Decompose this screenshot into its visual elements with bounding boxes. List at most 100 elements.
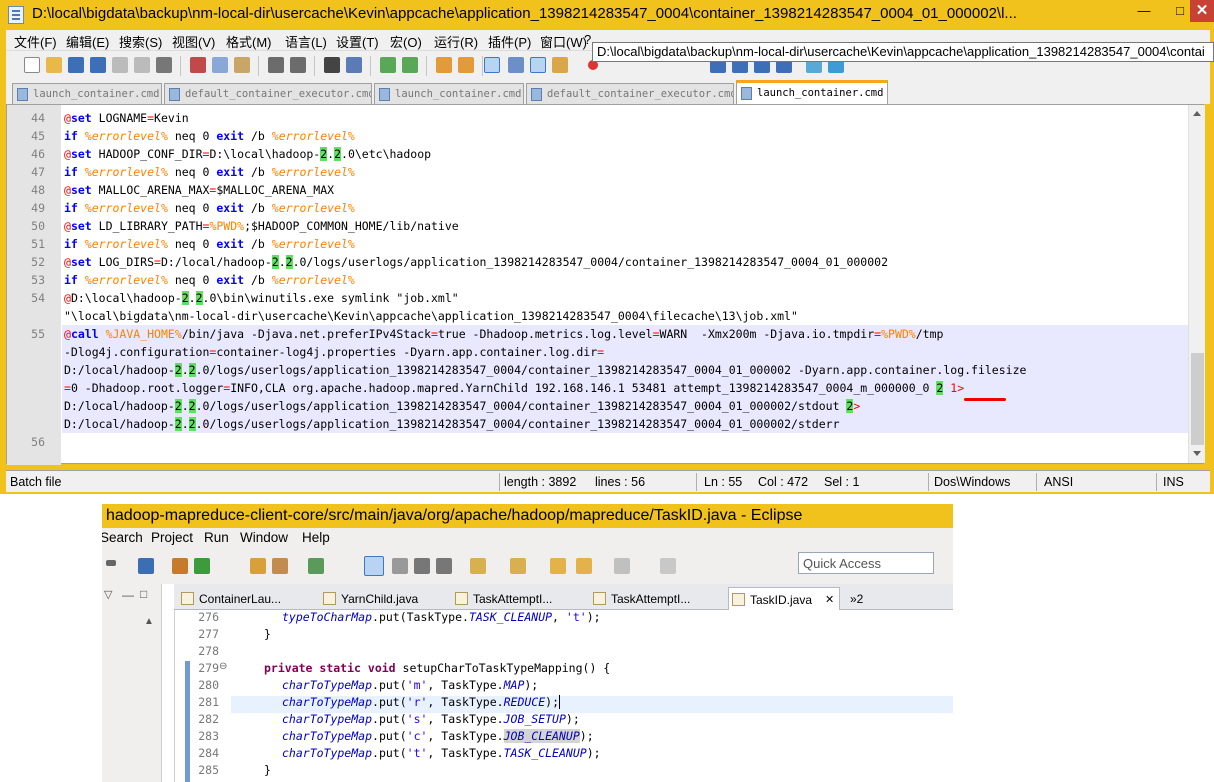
run-icon[interactable] bbox=[194, 558, 210, 574]
document-tabs: launch_container.cmd default_container_e… bbox=[6, 80, 1210, 104]
dropdown-arrow-icon[interactable] bbox=[106, 560, 116, 566]
menu-run[interactable]: Run bbox=[204, 530, 229, 545]
close-tab-icon[interactable]: ✕ bbox=[825, 593, 834, 606]
tab-label: launch_container.cmd bbox=[33, 88, 160, 100]
copy-icon[interactable] bbox=[212, 57, 228, 73]
new-file-icon[interactable] bbox=[24, 57, 40, 73]
back-icon[interactable] bbox=[576, 558, 592, 574]
tab-launch-container-1[interactable]: launch_container.cmd bbox=[12, 83, 162, 104]
menu-window[interactable]: Window bbox=[240, 530, 288, 545]
replace-icon[interactable] bbox=[346, 57, 362, 73]
code-line-55-wrap-4: D:/local/hadoop-2.2.0/logs/userlogs/appl… bbox=[64, 399, 861, 413]
scroll-up-icon[interactable]: ▲ bbox=[144, 616, 154, 627]
block-selection-icon[interactable] bbox=[392, 558, 408, 574]
menu-help[interactable]: Help bbox=[302, 530, 330, 545]
tab-task-attempt-1[interactable]: TaskAttemptI... bbox=[452, 587, 588, 610]
highlight-icon[interactable] bbox=[364, 556, 384, 576]
minimize-icon[interactable]: ▽ bbox=[104, 588, 112, 601]
fold-collapse-icon[interactable]: ⊖ bbox=[219, 661, 227, 672]
next-annotation-icon[interactable] bbox=[470, 558, 486, 574]
tab-default-container-executor-2[interactable]: default_container_executor.cmd bbox=[526, 83, 734, 104]
redo-icon[interactable] bbox=[290, 57, 306, 73]
code-line-54: @D:\local\hadoop-2.2.0\bin\winutils.exe … bbox=[64, 291, 459, 305]
tab-yarnchild[interactable]: YarnChild.java bbox=[320, 587, 450, 610]
zoom-in-icon[interactable] bbox=[380, 57, 396, 73]
menu-window[interactable]: 窗口(W) bbox=[540, 32, 587, 51]
menu-language[interactable]: 语言(L) bbox=[285, 32, 327, 51]
change-marker bbox=[185, 661, 190, 782]
java-line-285: } bbox=[264, 763, 271, 777]
save-all-icon[interactable] bbox=[90, 57, 106, 73]
java-file-icon bbox=[323, 592, 336, 605]
zoom-out-icon[interactable] bbox=[402, 57, 418, 73]
tab-container-launcher[interactable]: ContainerLau... bbox=[178, 587, 318, 610]
menu-search[interactable]: 搜索(S) bbox=[119, 32, 162, 51]
word-wrap-icon[interactable] bbox=[484, 57, 500, 73]
tab-launch-container-active[interactable]: launch_container.cmd bbox=[736, 80, 888, 104]
status-eol: Dos\Windows bbox=[934, 475, 1011, 489]
minimize-view-icon[interactable]: — bbox=[122, 588, 134, 602]
maximize-view-icon[interactable]: □ bbox=[140, 587, 147, 601]
forward-icon[interactable] bbox=[614, 558, 630, 574]
toggle-mark-occurrences-icon[interactable] bbox=[308, 558, 324, 574]
line-number: 283 bbox=[198, 729, 219, 743]
menu-view[interactable]: 视图(V) bbox=[172, 32, 215, 51]
paragraph-icon[interactable] bbox=[436, 558, 452, 574]
indent-guide-icon[interactable] bbox=[530, 57, 546, 73]
tab-default-container-executor-1[interactable]: default_container_executor.cmd bbox=[164, 83, 372, 104]
tab-task-attempt-2[interactable]: TaskAttemptI... bbox=[590, 587, 726, 610]
close-file-icon[interactable] bbox=[112, 57, 128, 73]
red-underline-annotation bbox=[964, 398, 1006, 401]
tab-taskid[interactable]: TaskID.java ✕ bbox=[728, 587, 840, 611]
undo-icon[interactable] bbox=[268, 57, 284, 73]
menu-search[interactable]: Search bbox=[102, 530, 143, 545]
open-folder-icon[interactable] bbox=[46, 57, 62, 73]
quick-access-input[interactable]: Quick Access bbox=[798, 552, 934, 574]
save-icon[interactable] bbox=[68, 57, 84, 73]
java-editor[interactable]: 276 277 278 279 ⊖ 280 281 282 283 284 28… bbox=[174, 610, 953, 782]
pin-editor-icon[interactable] bbox=[660, 558, 676, 574]
print-icon[interactable] bbox=[156, 57, 172, 73]
show-all-chars-icon[interactable] bbox=[508, 57, 524, 73]
cut-icon[interactable] bbox=[190, 57, 206, 73]
code-line-55-wrap-1: -Dlog4j.configuration=container-log4j.pr… bbox=[64, 345, 605, 359]
code-editor[interactable]: 44 45 46 47 48 49 50 51 52 53 54 55 56 @… bbox=[6, 104, 1205, 465]
find-icon[interactable] bbox=[324, 57, 340, 73]
status-insert-mode: INS bbox=[1163, 475, 1184, 489]
close-button[interactable]: ✕ bbox=[1190, 0, 1214, 22]
menu-project[interactable]: Project bbox=[151, 530, 193, 545]
function-list-icon[interactable] bbox=[552, 57, 568, 73]
menu-plugins[interactable]: 插件(P) bbox=[488, 32, 531, 51]
java-line-277: } bbox=[264, 627, 271, 641]
line-number: 280 bbox=[198, 678, 219, 692]
tab-label: TaskAttemptI... bbox=[473, 592, 553, 606]
skip-breakpoints-icon[interactable] bbox=[138, 558, 154, 574]
sync-horizontal-icon[interactable] bbox=[458, 57, 474, 73]
code-line-55-wrap-5: D:/local/hadoop-2.2.0/logs/userlogs/appl… bbox=[64, 417, 840, 431]
previous-annotation-icon[interactable] bbox=[510, 558, 526, 574]
search-icon[interactable] bbox=[272, 558, 288, 574]
tab-launch-container-2[interactable]: launch_container.cmd bbox=[374, 83, 524, 104]
menu-file[interactable]: 文件(F) bbox=[14, 32, 57, 51]
open-type-icon[interactable] bbox=[250, 558, 266, 574]
paste-icon[interactable] bbox=[234, 57, 250, 73]
scroll-down-icon[interactable] bbox=[1193, 451, 1201, 456]
more-tabs-button[interactable]: »2 bbox=[846, 587, 876, 610]
menu-run[interactable]: 运行(R) bbox=[434, 32, 478, 51]
menu-settings[interactable]: 设置(T) bbox=[336, 32, 379, 51]
menu-format[interactable]: 格式(M) bbox=[226, 32, 272, 51]
sync-vertical-icon[interactable] bbox=[436, 57, 452, 73]
scroll-up-icon[interactable] bbox=[1193, 111, 1201, 116]
tab-label: launch_container.cmd bbox=[395, 88, 522, 100]
minimize-button[interactable]: — bbox=[1126, 0, 1162, 22]
vertical-scrollbar[interactable] bbox=[1188, 105, 1205, 463]
menu-edit[interactable]: 编辑(E) bbox=[66, 32, 109, 51]
menu-macro[interactable]: 宏(O) bbox=[390, 32, 422, 51]
status-selection: Sel : 1 bbox=[824, 475, 860, 489]
show-whitespace-icon[interactable] bbox=[414, 558, 430, 574]
new-java-package-icon[interactable] bbox=[172, 558, 188, 574]
last-edit-icon[interactable] bbox=[550, 558, 566, 574]
scrollbar-thumb[interactable] bbox=[1191, 353, 1204, 445]
menu-help[interactable]: ? bbox=[584, 32, 591, 47]
close-all-icon[interactable] bbox=[134, 57, 150, 73]
